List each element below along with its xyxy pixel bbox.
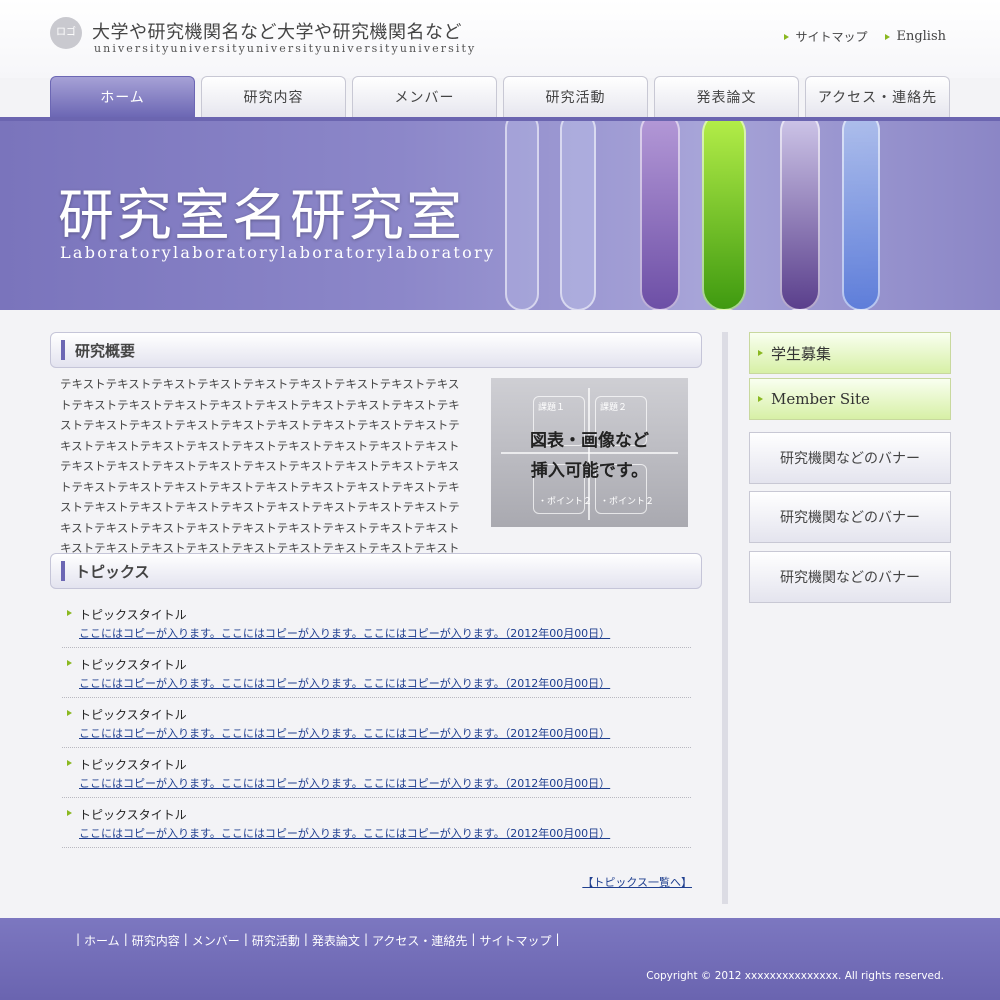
institution-banner[interactable]: 研究機関などのバナー bbox=[749, 432, 951, 484]
topics-list: トピックスタイトル ここにはコピーが入ります。ここにはコピーが入ります。ここには… bbox=[62, 598, 691, 848]
utility-links: サイトマップ English bbox=[784, 28, 946, 45]
logo[interactable]: ロゴ bbox=[50, 17, 82, 49]
footer-link-papers[interactable]: 発表論文 bbox=[312, 932, 360, 949]
list-item: トピックスタイトル ここにはコピーが入ります。ここにはコピーが入ります。ここには… bbox=[62, 648, 691, 698]
nav-tab-members[interactable]: メンバー bbox=[352, 76, 497, 117]
member-site-link[interactable]: Member Site bbox=[749, 378, 951, 420]
sitemap-link[interactable]: サイトマップ bbox=[784, 28, 867, 45]
test-tube-decoration bbox=[560, 121, 596, 310]
institution-banner[interactable]: 研究機関などのバナー bbox=[749, 551, 951, 603]
test-tube-decoration bbox=[842, 121, 880, 310]
nav-tab-activities[interactable]: 研究活動 bbox=[503, 76, 648, 117]
overview-image: 課題１ 課題２ ・ポイント２ ・ポイント２ 図表・画像など 挿入可能です。 bbox=[491, 378, 688, 527]
hero-banner: 研究室名研究室 Laboratorylaboratorylaboratoryla… bbox=[0, 117, 1000, 310]
recruit-link[interactable]: 学生募集 bbox=[749, 332, 951, 374]
arrow-right-icon bbox=[67, 660, 72, 666]
arrow-right-icon bbox=[758, 350, 763, 356]
footer-link-activities[interactable]: 研究活動 bbox=[252, 932, 300, 949]
footer-link-home[interactable]: ホーム bbox=[84, 932, 120, 949]
list-item: トピックスタイトル ここにはコピーが入ります。ここにはコピーが入ります。ここには… bbox=[62, 798, 691, 848]
arrow-right-icon bbox=[758, 396, 763, 402]
test-tube-decoration bbox=[780, 121, 820, 310]
footer-link-access[interactable]: アクセス・連絡先 bbox=[372, 932, 467, 949]
institution-banner[interactable]: 研究機関などのバナー bbox=[749, 491, 951, 543]
nav-tab-papers[interactable]: 発表論文 bbox=[654, 76, 799, 117]
heading-accent-bar bbox=[61, 561, 65, 581]
copyright: Copyright © 2012 xxxxxxxxxxxxxxx. All ri… bbox=[646, 970, 944, 982]
hero-subtitle: Laboratorylaboratorylaboratorylaboratory bbox=[60, 243, 496, 262]
list-item: トピックスタイトル ここにはコピーが入ります。ここにはコピーが入ります。ここには… bbox=[62, 598, 691, 648]
hero-title: 研究室名研究室 bbox=[58, 184, 464, 249]
test-tube-decoration bbox=[702, 121, 746, 310]
topics-more-link[interactable]: 【トピックス一覧へ】 bbox=[582, 874, 692, 890]
list-item: トピックスタイトル ここにはコピーが入ります。ここにはコピーが入ります。ここには… bbox=[62, 698, 691, 748]
arrow-right-icon bbox=[67, 810, 72, 816]
overview-text: テキストテキストテキストテキストテキストテキストテキストテキストテキストテキスト… bbox=[60, 377, 460, 555]
image-caption: 図表・画像など 挿入可能です。 bbox=[530, 431, 649, 481]
arrow-right-icon bbox=[784, 33, 790, 40]
nav-tab-home[interactable]: ホーム bbox=[50, 76, 195, 117]
topic-link[interactable]: ここにはコピーが入ります。ここにはコピーが入ります。ここにはコピーが入ります。（… bbox=[62, 625, 691, 641]
test-tube-decoration bbox=[505, 121, 539, 310]
overview-heading: 研究概要 bbox=[50, 332, 702, 368]
heading-accent-bar bbox=[61, 340, 65, 360]
arrow-right-icon bbox=[67, 610, 72, 616]
site-footer: | ホーム | 研究内容 | メンバー | 研究活動 | 発表論文 | アクセス… bbox=[0, 918, 1000, 1000]
footer-link-research[interactable]: 研究内容 bbox=[132, 932, 180, 949]
site-title[interactable]: 大学や研究機関名など大学や研究機関名など bbox=[92, 18, 462, 44]
column-divider bbox=[722, 332, 728, 904]
topic-link[interactable]: ここにはコピーが入ります。ここにはコピーが入ります。ここにはコピーが入ります。（… bbox=[62, 825, 691, 841]
main-nav: ホーム 研究内容 メンバー 研究活動 発表論文 アクセス・連絡先 bbox=[50, 76, 950, 117]
topics-heading: トピックス bbox=[50, 553, 702, 589]
nav-tab-access[interactable]: アクセス・連絡先 bbox=[805, 76, 950, 117]
site-header: ロゴ 大学や研究機関名など大学や研究機関名など universityuniver… bbox=[0, 0, 1000, 78]
arrow-right-icon bbox=[67, 710, 72, 716]
nav-tab-research[interactable]: 研究内容 bbox=[201, 76, 346, 117]
test-tube-decoration bbox=[640, 121, 680, 310]
footer-nav: | ホーム | 研究内容 | メンバー | 研究活動 | 発表論文 | アクセス… bbox=[76, 932, 560, 949]
topic-link[interactable]: ここにはコピーが入ります。ここにはコピーが入ります。ここにはコピーが入ります。（… bbox=[62, 725, 691, 741]
topic-link[interactable]: ここにはコピーが入ります。ここにはコピーが入ります。ここにはコピーが入ります。（… bbox=[62, 775, 691, 791]
arrow-right-icon bbox=[67, 760, 72, 766]
topic-link[interactable]: ここにはコピーが入ります。ここにはコピーが入ります。ここにはコピーが入ります。（… bbox=[62, 675, 691, 691]
english-link[interactable]: English bbox=[885, 28, 946, 45]
site-subtitle: universityuniversityuniversityuniversity… bbox=[94, 42, 477, 55]
footer-link-sitemap[interactable]: サイトマップ bbox=[479, 932, 551, 949]
arrow-right-icon bbox=[885, 33, 891, 40]
list-item: トピックスタイトル ここにはコピーが入ります。ここにはコピーが入ります。ここには… bbox=[62, 748, 691, 798]
footer-link-members[interactable]: メンバー bbox=[192, 932, 240, 949]
